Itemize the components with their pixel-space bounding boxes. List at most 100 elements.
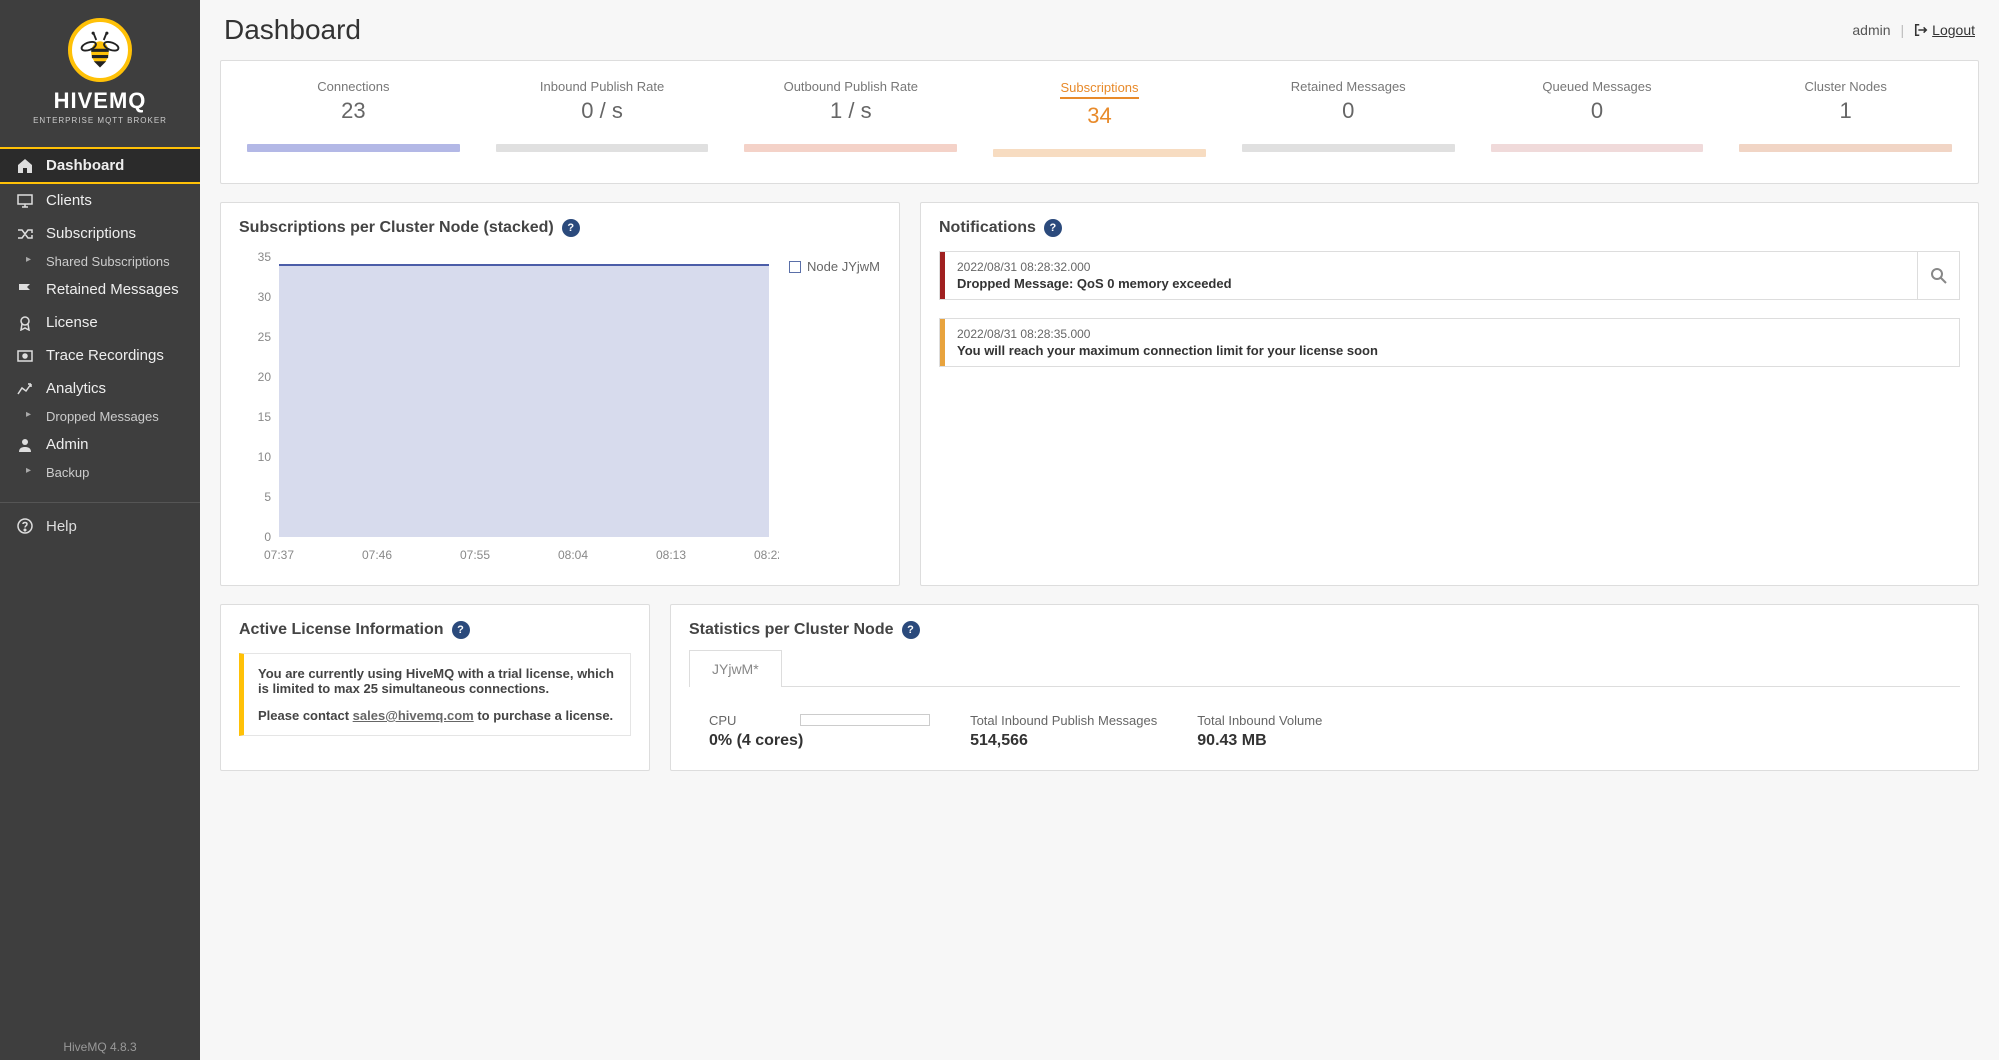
nav-sub-label: Backup — [46, 465, 89, 480]
nav-label: Trace Recordings — [46, 347, 164, 364]
nav-dropped-messages[interactable]: Dropped Messages — [0, 405, 200, 428]
svg-text:15: 15 — [258, 410, 272, 424]
kpi-value: 34 — [989, 103, 1210, 129]
svg-text:08:04: 08:04 — [558, 548, 588, 562]
nav-label: Help — [46, 518, 77, 535]
nav-shared-subscriptions[interactable]: Shared Subscriptions — [0, 250, 200, 273]
subscriptions-chart: 0510152025303507:3707:4607:5508:0408:130… — [239, 247, 779, 567]
flag-icon — [14, 282, 36, 298]
kpi-sparkbar — [993, 149, 1206, 157]
cpu-value: 0% (4 cores) — [709, 732, 930, 750]
stat-cpu: CPU 0% (4 cores) — [709, 713, 930, 750]
kpi-value: 1 / s — [740, 98, 961, 124]
stats-title: Statistics per Cluster Node — [689, 621, 894, 639]
stats-panel: Statistics per Cluster Node ? JYjwM* CPU… — [670, 604, 1979, 771]
svg-text:20: 20 — [258, 370, 272, 384]
topbar: Dashboard admin | Logout — [220, 0, 1979, 60]
help-icon[interactable]: ? — [452, 621, 470, 639]
logo-badge — [68, 18, 132, 82]
chart-legend: Node JYjwM — [779, 247, 880, 567]
nav-label: Analytics — [46, 380, 106, 397]
notif-timestamp: 2022/08/31 08:28:35.000 — [957, 327, 1947, 341]
nav-label: Dashboard — [46, 157, 124, 174]
kpi-card[interactable]: Queued Messages0 — [1473, 77, 1722, 159]
kpi-label: Subscriptions — [1060, 80, 1138, 99]
notification-item[interactable]: 2022/08/31 08:28:35.000You will reach yo… — [939, 318, 1960, 367]
cpu-label: CPU — [709, 713, 736, 728]
legend-item[interactable]: Node JYjwM — [789, 259, 880, 274]
nav-dashboard[interactable]: Dashboard — [0, 147, 200, 184]
stats-row: CPU 0% (4 cores) Total Inbound Publish M… — [689, 687, 1960, 750]
help-icon[interactable]: ? — [562, 219, 580, 237]
svg-text:5: 5 — [264, 490, 271, 504]
svg-text:07:37: 07:37 — [264, 548, 294, 562]
main-nav: Dashboard Clients Subscriptions Shared S… — [0, 147, 200, 484]
kpi-card[interactable]: Retained Messages0 — [1224, 77, 1473, 159]
nav-label: Retained Messages — [46, 281, 179, 298]
notifications-title: Notifications — [939, 219, 1036, 237]
svg-text:08:13: 08:13 — [656, 548, 686, 562]
kpi-card[interactable]: Subscriptions 34 — [975, 77, 1224, 159]
nav-retained-messages[interactable]: Retained Messages — [0, 273, 200, 306]
logout-text: Logout — [1932, 22, 1975, 38]
current-user: admin — [1852, 22, 1890, 38]
kpi-card[interactable]: Outbound Publish Rate1 / s — [726, 77, 975, 159]
monitor-icon — [14, 194, 36, 208]
inbound-vol-label: Total Inbound Volume — [1197, 713, 1322, 728]
nav-sub-label: Shared Subscriptions — [46, 254, 170, 269]
svg-text:10: 10 — [258, 450, 272, 464]
help-icon[interactable]: ? — [902, 621, 920, 639]
kpi-sparkbar — [496, 144, 709, 152]
kpi-value: 1 — [1735, 98, 1956, 124]
page-title: Dashboard — [224, 14, 361, 46]
kpi-sparkbar — [247, 144, 460, 152]
nav-label: License — [46, 314, 98, 331]
notif-body: 2022/08/31 08:28:32.000Dropped Message: … — [945, 252, 1917, 299]
stats-tabbar: JYjwM* — [689, 649, 1960, 687]
logout-icon — [1914, 23, 1928, 37]
chart-line-icon — [14, 382, 36, 396]
nav-admin[interactable]: Admin — [0, 428, 200, 461]
notification-item[interactable]: 2022/08/31 08:28:32.000Dropped Message: … — [939, 251, 1960, 300]
notif-timestamp: 2022/08/31 08:28:32.000 — [957, 260, 1905, 274]
sales-email-link[interactable]: sales@hivemq.com — [353, 708, 474, 723]
inbound-msgs-label: Total Inbound Publish Messages — [970, 713, 1157, 728]
notifications-panel: Notifications ? 2022/08/31 08:28:32.000D… — [920, 202, 1979, 586]
main-content: Dashboard admin | Logout Connections23In… — [200, 0, 1999, 1060]
home-icon — [14, 158, 36, 174]
svg-text:30: 30 — [258, 290, 272, 304]
nav-help[interactable]: Help — [0, 503, 200, 549]
nav-analytics[interactable]: Analytics — [0, 372, 200, 405]
license-callout: You are currently using HiveMQ with a tr… — [239, 653, 631, 736]
nav-clients[interactable]: Clients — [0, 184, 200, 217]
nav-license[interactable]: License — [0, 306, 200, 339]
legend-label: Node JYjwM — [807, 259, 880, 274]
notif-search-button[interactable] — [1917, 252, 1959, 299]
chart-panel: Subscriptions per Cluster Node (stacked)… — [220, 202, 900, 586]
award-icon — [14, 315, 36, 331]
search-icon — [1930, 267, 1948, 285]
kpi-card[interactable]: Connections23 — [229, 77, 478, 159]
chart-title: Subscriptions per Cluster Node (stacked) — [239, 219, 554, 237]
help-section: Help — [0, 502, 200, 549]
kpi-label: Cluster Nodes — [1735, 79, 1956, 94]
stat-inbound-msgs: Total Inbound Publish Messages 514,566 — [970, 713, 1157, 750]
nav-backup[interactable]: Backup — [0, 461, 200, 484]
inbound-msgs-value: 514,566 — [970, 732, 1157, 750]
legend-swatch — [789, 261, 801, 273]
stat-inbound-vol: Total Inbound Volume 90.43 MB — [1197, 713, 1322, 750]
nav-label: Clients — [46, 192, 92, 209]
kpi-card[interactable]: Inbound Publish Rate0 / s — [478, 77, 727, 159]
nav-trace-recordings[interactable]: Trace Recordings — [0, 339, 200, 372]
help-icon[interactable]: ? — [1044, 219, 1062, 237]
svg-text:35: 35 — [258, 250, 272, 264]
logout-link[interactable]: Logout — [1914, 22, 1975, 38]
svg-text:08:22: 08:22 — [754, 548, 779, 562]
notif-body: 2022/08/31 08:28:35.000You will reach yo… — [945, 319, 1959, 366]
license-title: Active License Information — [239, 621, 444, 639]
nav-subscriptions[interactable]: Subscriptions — [0, 217, 200, 250]
node-tab[interactable]: JYjwM* — [689, 650, 782, 687]
user-icon — [14, 437, 36, 453]
kpi-card[interactable]: Cluster Nodes 1 — [1721, 77, 1970, 159]
help-circle-icon — [14, 517, 36, 535]
